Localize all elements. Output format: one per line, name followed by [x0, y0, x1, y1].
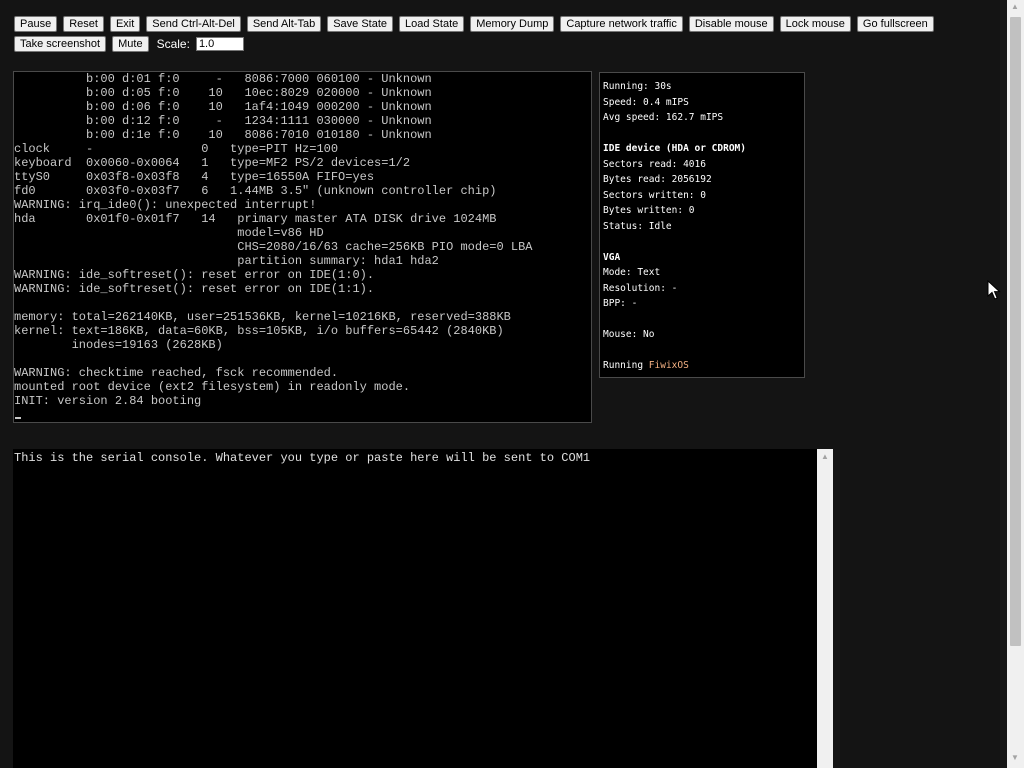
screen-line: CHS=2080/16/63 cache=256KB PIO mode=0 LB…	[14, 240, 533, 254]
screen-line: b:00 d:05 f:0 10 10ec:8029 020000 - Unkn…	[14, 86, 432, 100]
pause-button[interactable]: Pause	[14, 16, 58, 32]
reset-button[interactable]: Reset	[63, 16, 104, 32]
sectors-read: Sectors read: 4016	[603, 158, 706, 170]
vga-resolution: Resolution: -	[603, 282, 678, 294]
scroll-down-icon[interactable]: ▼	[1011, 754, 1019, 762]
mouse-status: Mouse: No	[603, 329, 655, 340]
screen-line: b:00 d:01 f:0 - 8086:7000 060100 - Unkno…	[14, 72, 432, 86]
screen-line: WARNING: ide_softreset(): reset error on…	[14, 282, 375, 296]
screen-line: clock - 0 type=PIT Hz=100	[14, 142, 339, 156]
screen-line: model=v86 HD	[14, 226, 324, 240]
memory-dump-button[interactable]: Memory Dump	[470, 16, 555, 32]
send-ctrl-alt-del-button[interactable]: Send Ctrl-Alt-Del	[146, 16, 241, 32]
mouse-pointer-icon	[987, 280, 1001, 300]
screen-line: b:00 d:1e f:0 10 8086:7010 010180 - Unkn…	[14, 128, 432, 142]
ide-status: Status: Idle	[603, 220, 672, 232]
bytes-read: Bytes read: 2056192	[603, 174, 712, 185]
ide-heading: IDE device (HDA or CDROM)	[603, 143, 746, 154]
screen-line: WARNING: checktime reached, fsck recomme…	[14, 366, 339, 380]
vga-bpp: BPP: -	[603, 298, 638, 309]
bytes-written: Bytes written: 0	[603, 205, 695, 216]
screen-line: b:00 d:12 f:0 - 1234:1111 030000 - Unkno…	[14, 114, 432, 128]
screen-line: fd0 0x03f0-0x03f7 6 1.44MB 3.5" (unknown…	[14, 184, 497, 198]
screen-line: kernel: text=186KB, data=60KB, bss=105KB…	[14, 324, 504, 338]
disable-mouse-button[interactable]: Disable mouse	[688, 16, 774, 32]
text-cursor	[15, 417, 21, 419]
emulator-screen[interactable]: b:00 d:01 f:0 - 8086:7000 060100 - Unkno…	[13, 71, 592, 423]
exit-button[interactable]: Exit	[109, 16, 141, 32]
screen-line: keyboard 0x0060-0x0064 1 type=MF2 PS/2 d…	[14, 156, 411, 170]
stats-panel: Running: 30s Speed: 0.4 mIPS Avg speed: …	[599, 72, 805, 378]
sectors-written: Sectors written: 0	[603, 189, 706, 201]
scale-label: Scale:	[156, 37, 190, 51]
running-os-label: Running	[603, 360, 644, 371]
screen-line: partition summary: hda1 hda2	[14, 254, 439, 268]
go-fullscreen-button[interactable]: Go fullscreen	[856, 16, 934, 32]
screen-line: inodes=19163 (2628KB)	[14, 338, 223, 352]
screen-line: b:00 d:06 f:0 10 1af4:1049 000200 - Unkn…	[14, 100, 432, 114]
screen-line: memory: total=262140KB, user=251536KB, k…	[14, 310, 511, 324]
scale-input[interactable]	[195, 37, 244, 51]
screen-line: ttyS0 0x03f8-0x03f8 4 type=16550A FIFO=y…	[14, 170, 375, 184]
vga-heading: VGA	[603, 251, 621, 263]
avg-speed: Avg speed: 162.7 mIPS	[603, 112, 724, 123]
screen-text: b:00 d:01 f:0 - 8086:7000 060100 - Unkno…	[14, 72, 591, 408]
serial-scrollbar[interactable]: ▲	[817, 449, 833, 768]
screen-line: WARNING: ide_softreset(): reset error on…	[14, 268, 375, 282]
screen-line: mounted root device (ext2 filesystem) in…	[14, 380, 411, 394]
speed: Speed: 0.4 mIPS	[603, 96, 689, 108]
capture-network-traffic-button[interactable]: Capture network traffic	[560, 16, 683, 32]
screen-line: WARNING: irq_ide0(): unexpected interrup…	[14, 198, 317, 212]
mute-button[interactable]: Mute	[112, 36, 149, 52]
take-screenshot-button[interactable]: Take screenshot	[14, 36, 107, 52]
save-state-button[interactable]: Save State	[327, 16, 394, 32]
os-name-link[interactable]: FiwixOS	[649, 360, 689, 371]
serial-console[interactable]: This is the serial console. Whatever you…	[13, 449, 817, 768]
screen-line: hda 0x01f0-0x01f7 14 primary master ATA …	[14, 212, 497, 226]
running-time: Running: 30s	[603, 81, 672, 92]
page-scrollbar[interactable]: ▲ ▼	[1007, 0, 1024, 768]
screen-line: INIT: version 2.84 booting	[14, 394, 202, 408]
scroll-up-icon[interactable]: ▲	[1011, 3, 1019, 11]
scrollbar-thumb[interactable]	[1010, 17, 1021, 646]
load-state-button[interactable]: Load State	[399, 16, 465, 32]
scroll-up-icon[interactable]: ▲	[821, 453, 829, 461]
toolbar: Pause Reset Exit Send Ctrl-Alt-Del Send …	[14, 16, 1004, 52]
send-alt-tab-button[interactable]: Send Alt-Tab	[246, 16, 322, 32]
running-os: Running FiwixOS	[603, 358, 801, 374]
lock-mouse-button[interactable]: Lock mouse	[779, 16, 851, 32]
vga-mode: Mode: Text	[603, 267, 661, 278]
